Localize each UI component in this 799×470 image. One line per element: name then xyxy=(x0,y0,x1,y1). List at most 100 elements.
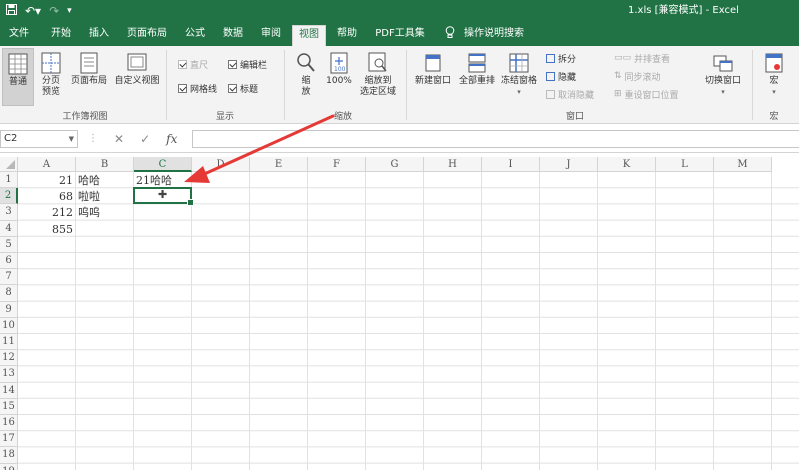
column-header-k[interactable]: K xyxy=(598,157,656,172)
cell-a2[interactable]: 68 xyxy=(18,189,73,204)
row-header-17[interactable]: 17 xyxy=(0,431,18,448)
cell-c1[interactable]: 21哈哈 xyxy=(136,173,172,188)
zoom-100-button[interactable]: 100 100% xyxy=(322,52,356,87)
tab-view[interactable]: 视图 xyxy=(292,25,326,46)
tab-review[interactable]: 审阅 xyxy=(256,26,286,46)
cell-a4[interactable]: 855 xyxy=(18,222,73,237)
column-header-i[interactable]: I xyxy=(482,157,540,172)
page-layout-view-button[interactable]: 页面布局 xyxy=(68,52,110,87)
sync-scroll-icon: ⇅ xyxy=(614,71,622,81)
tab-pdf-tools[interactable]: PDF工具集 xyxy=(370,26,430,46)
tell-me-search[interactable]: 操作说明搜索 xyxy=(462,26,526,46)
normal-view-button[interactable]: 普通 xyxy=(2,48,34,106)
row-header-10[interactable]: 10 xyxy=(0,317,18,334)
row-header-4[interactable]: 4 xyxy=(0,220,18,237)
ribbon-separator xyxy=(284,50,285,120)
cancel-icon[interactable]: ✕ xyxy=(114,130,124,148)
column-header-d[interactable]: D xyxy=(192,157,250,172)
column-header-f[interactable]: F xyxy=(308,157,366,172)
new-window-icon xyxy=(425,54,441,72)
cell-a3[interactable]: 212 xyxy=(18,205,73,220)
zoom-group-label: 缩放 xyxy=(333,112,352,122)
view-side-by-side-button: ▭▭ 并排查看 xyxy=(614,53,671,65)
zoom-to-selection-button[interactable]: 缩放到 选定区域 xyxy=(356,52,400,98)
row-header-16[interactable]: 16 xyxy=(0,415,18,432)
chevron-down-icon[interactable]: ▼ xyxy=(69,131,74,147)
macros-button[interactable]: 宏 ▾ xyxy=(760,52,788,98)
undo-icon[interactable]: ↶▾ xyxy=(25,3,41,19)
column-header-e[interactable]: E xyxy=(250,157,308,172)
insert-function-icon[interactable]: fx xyxy=(166,130,177,148)
tab-home[interactable]: 开始 xyxy=(46,26,76,46)
more-options-icon[interactable]: ⋮ xyxy=(88,130,98,148)
unhide-button: 取消隐藏 xyxy=(546,88,594,101)
hide-button[interactable]: 隐藏 xyxy=(546,70,576,83)
split-button[interactable]: 拆分 xyxy=(546,52,576,65)
row-header-11[interactable]: 11 xyxy=(0,334,18,351)
gridlines xyxy=(18,172,799,470)
row-header-7[interactable]: 7 xyxy=(0,269,18,286)
formula-input[interactable] xyxy=(192,130,799,148)
row-header-14[interactable]: 14 xyxy=(0,382,18,399)
select-all-corner[interactable] xyxy=(0,157,18,172)
new-window-button[interactable]: 新建窗口 xyxy=(412,52,454,87)
column-header-c[interactable]: C xyxy=(134,157,192,172)
row-header-15[interactable]: 15 xyxy=(0,398,18,415)
tab-help[interactable]: 帮助 xyxy=(332,26,362,46)
switch-windows-button[interactable]: 切换窗口 ▾ xyxy=(700,52,746,98)
save-icon[interactable] xyxy=(6,3,17,19)
row-header-1[interactable]: 1 xyxy=(0,172,18,189)
svg-text:100: 100 xyxy=(334,66,346,73)
tab-file[interactable]: 文件 xyxy=(6,26,32,46)
gridlines-checkbox[interactable]: 网格线 xyxy=(178,82,217,95)
tab-insert[interactable]: 插入 xyxy=(84,26,114,46)
row-header-9[interactable]: 9 xyxy=(0,301,18,318)
redo-icon[interactable]: ↷ xyxy=(49,3,59,19)
tab-formulas[interactable]: 公式 xyxy=(180,26,210,46)
page-break-preview-button[interactable]: 分页 预览 xyxy=(36,52,66,98)
row-header-3[interactable]: 3 xyxy=(0,204,18,221)
row-header-5[interactable]: 5 xyxy=(0,236,18,253)
customize-qat-icon[interactable]: ▾ xyxy=(67,3,72,19)
ribbon-view: 普通 分页 预览 页面布局 自定义视图 工作簿视图 直尺 编辑栏 网格线 标题 … xyxy=(0,46,799,124)
freeze-panes-icon xyxy=(509,53,529,73)
row-header-18[interactable]: 18 xyxy=(0,447,18,464)
column-header-h[interactable]: H xyxy=(424,157,482,172)
worksheet-grid[interactable]: A B C D E F G H I J K L M 1 2 3 4 5 6 7 8 9 10 11 12 13 14 15 16 17 18… xyxy=(0,157,799,470)
row-header-6[interactable]: 6 xyxy=(0,253,18,270)
cell-cursor-icon: ✚ xyxy=(158,188,168,202)
title-bar: ↶▾ ↷ ▾ 1.xls [兼容模式] - Excel xyxy=(0,0,799,22)
column-header-m[interactable]: M xyxy=(714,157,772,172)
tab-data[interactable]: 数据 xyxy=(218,26,248,46)
formula-bar-buttons: ⋮ ✕ ✓ fx xyxy=(88,130,177,148)
row-header-12[interactable]: 12 xyxy=(0,350,18,367)
row-header-19[interactable]: 19 xyxy=(0,463,18,470)
arrange-all-button[interactable]: 全部重排 xyxy=(456,52,498,87)
row-header-8[interactable]: 8 xyxy=(0,285,18,302)
cell-a1[interactable]: 21 xyxy=(18,173,73,188)
column-header-a[interactable]: A xyxy=(18,157,76,172)
custom-views-button[interactable]: 自定义视图 xyxy=(112,52,162,87)
ribbon-tab-bar: 文件 开始 插入 页面布局 公式 数据 审阅 视图 帮助 PDF工具集 操作说明… xyxy=(0,22,799,46)
cell-b1[interactable]: 哈哈 xyxy=(78,173,100,188)
column-header-g[interactable]: G xyxy=(366,157,424,172)
row-header-2[interactable]: 2 xyxy=(0,188,18,205)
cell-b3[interactable]: 呜呜 xyxy=(78,205,100,220)
ruler-checkbox: 直尺 xyxy=(178,58,208,71)
enter-icon[interactable]: ✓ xyxy=(140,130,150,148)
chevron-down-icon: ▾ xyxy=(721,88,725,96)
row-header-13[interactable]: 13 xyxy=(0,366,18,383)
custom-views-icon xyxy=(127,53,147,71)
headings-checkbox[interactable]: 标题 xyxy=(228,82,258,95)
column-header-b[interactable]: B xyxy=(76,157,134,172)
column-header-j[interactable]: J xyxy=(540,157,598,172)
name-box[interactable]: C2 ▼ xyxy=(0,130,78,148)
formula-bar-checkbox[interactable]: 编辑栏 xyxy=(228,58,267,71)
tab-page-layout[interactable]: 页面布局 xyxy=(124,26,170,46)
column-header-l[interactable]: L xyxy=(656,157,714,172)
split-icon xyxy=(546,53,555,63)
cell-b2[interactable]: 啦啦 xyxy=(78,189,100,204)
freeze-panes-button[interactable]: 冻结窗格 ▾ xyxy=(498,52,540,98)
hide-icon xyxy=(546,71,555,81)
zoom-button[interactable]: 缩 放 xyxy=(292,52,320,98)
